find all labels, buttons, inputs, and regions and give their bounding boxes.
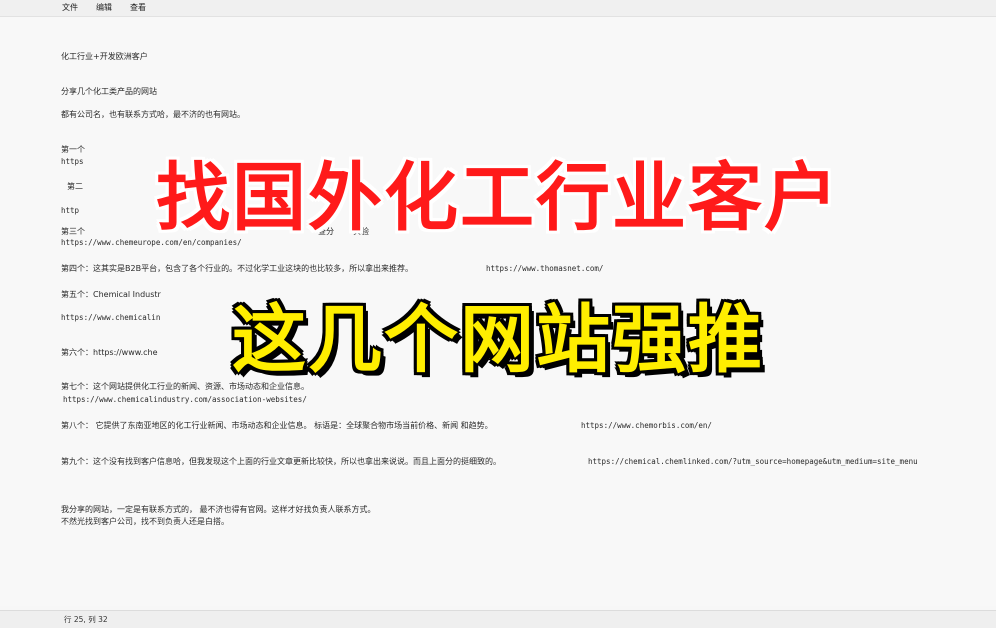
text-line: https://www.chemicalindustry.com/associa… [63, 395, 307, 404]
text-line: https://www.thomasnet.com/ [486, 264, 604, 273]
text-line: 都有公司名，也有联系方式哈，最不济的也有网站。 [61, 110, 245, 119]
text-line: 分享几个化工类产品的网站 [61, 87, 157, 96]
menu-bar: 文件 编辑 查看 [0, 0, 996, 17]
status-bar: 行 25, 列 32 [0, 610, 996, 628]
overlay-title: 找国外化工行业客户 [156, 155, 840, 241]
menu-file[interactable]: 文件 [0, 0, 87, 16]
notepad-window: 文件 编辑 查看 化工行业+开发欧洲客户 分享几个化工类产品的网站 都有公司名，… [0, 0, 996, 628]
text-line: 我分享的网站，一定是有联系方式的， 最不济也得有官网。这样才好找负责人联系方式。 [61, 505, 376, 514]
text-line: 第四个：这其实是B2B平台，包含了各个行业的。不过化学工业这块的也比较多，所以拿… [61, 264, 414, 273]
text-line: 化工行业+开发欧洲客户 [61, 52, 148, 61]
overlay-subtitle: 这几个网站强推 [232, 297, 764, 383]
menu-edit[interactable]: 编辑 [87, 0, 121, 16]
text-line: 不然光找到客户公司，找不到负责人还是白搭。 [61, 517, 229, 526]
text-line: https://www.chemorbis.com/en/ [581, 421, 712, 430]
text-line: 第八个： 它提供了东南亚地区的化工行业新闻、市场动态和企业信息。 标语是：全球聚… [61, 421, 493, 430]
text-line: 第九个：这个没有找到客户信息哈，但我发现这个上面的行业文章更新比较快，所以也拿出… [61, 457, 501, 466]
menu-view[interactable]: 查看 [121, 0, 155, 16]
cursor-position: 行 25, 列 32 [64, 615, 108, 624]
text-line: https://chemical.chemlinked.com/?utm_sou… [588, 457, 918, 466]
